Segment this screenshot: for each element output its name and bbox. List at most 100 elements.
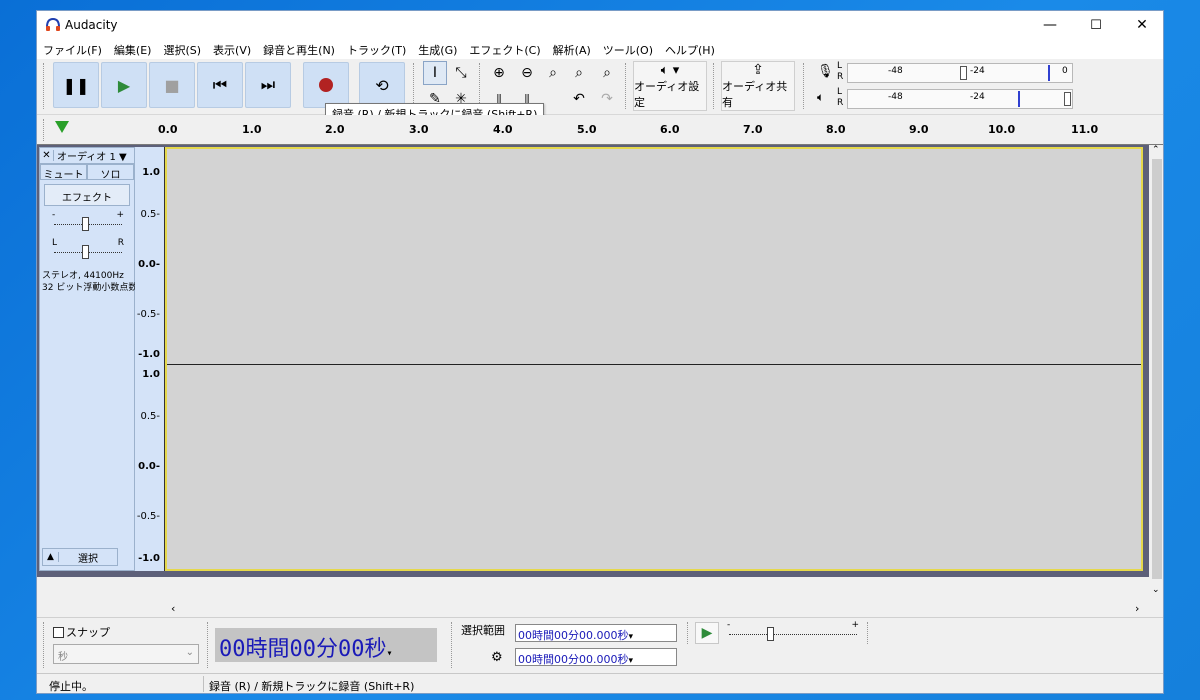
toolbar: ❚❚ ▶ ■ ⏮ ⏭ ⟲ I ⤡ ✎ ✳ ⊕ ⊖ ⌕ ⌕ ⌕ ⫼ ⫼ ↶ ↷ 🔈… (37, 59, 1163, 115)
mute-button[interactable]: ミュート (40, 164, 87, 181)
scale-label: 0.0- (138, 259, 160, 270)
snap-grip[interactable] (43, 622, 46, 668)
speed-slider-thumb[interactable] (767, 627, 774, 641)
menu-analyze[interactable]: 解析(A) (547, 39, 597, 59)
loop-button[interactable]: ⟲ (359, 62, 405, 108)
horizontal-scrollbar[interactable]: ‹ › (165, 601, 1149, 617)
menu-tracks[interactable]: トラック(T) (341, 39, 412, 59)
menu-effect[interactable]: エフェクト(C) (463, 39, 546, 59)
recording-meter[interactable]: 🎙︎ L R -48 -24 0 (813, 61, 1073, 85)
share-audio-label: オーディオ共有 (722, 80, 788, 109)
select-track-button[interactable]: 選択 (59, 550, 117, 565)
stop-button[interactable]: ■ (149, 62, 195, 108)
fit-project-button[interactable]: ⌕ (567, 61, 591, 85)
skip-end-icon: ⏭ (260, 75, 276, 94)
menu-edit[interactable]: 編集(E) (108, 39, 158, 59)
record-button[interactable] (303, 62, 349, 108)
menu-generate[interactable]: 生成(G) (412, 39, 463, 59)
time-value: 00時間00分00秒 (219, 637, 387, 662)
snap-checkbox[interactable]: スナップ (53, 624, 110, 640)
play-head-icon[interactable] (55, 121, 69, 133)
snap-unit-select[interactable]: 秒 ⌄ (53, 644, 199, 664)
selection-tool[interactable]: I (423, 61, 447, 85)
menu-file[interactable]: ファイル(F) (37, 39, 108, 59)
zoom-toggle-button[interactable]: ⌕ (595, 61, 619, 85)
meter-slider-thumb[interactable] (960, 66, 967, 80)
menu-select[interactable]: 選択(S) (157, 39, 207, 59)
selection-end-field[interactable]: 00時間00分00.000秒▾ (515, 648, 677, 666)
snap-label: スナップ (66, 626, 110, 639)
vertical-scroll-thumb[interactable] (1152, 159, 1162, 579)
zoom-out-button[interactable]: ⊖ (515, 61, 539, 85)
speaker-icon: 🔈︎ ▾ (660, 62, 680, 78)
vertical-scrollbar[interactable]: ⌃ ⌄ (1149, 145, 1163, 601)
gain-minus-label: - (52, 210, 56, 220)
waveform-area[interactable] (165, 147, 1143, 571)
timeline-ruler[interactable]: 0.0 1.0 2.0 3.0 4.0 5.0 6.0 7.0 8.0 9.0 … (37, 115, 1163, 145)
undo-icon: ↶ (573, 91, 585, 107)
ruler-label: 0.0 (158, 123, 178, 136)
undo-button[interactable]: ↶ (567, 87, 591, 111)
play-button[interactable]: ▶ (101, 62, 147, 108)
playback-meter[interactable]: 🔈︎ L R -48 -24 (813, 87, 1073, 111)
track-name: オーディオ 1 (57, 152, 116, 163)
scroll-down-icon[interactable]: ⌄ (1152, 585, 1160, 595)
menu-view[interactable]: 表示(V) (207, 39, 257, 59)
audio-setup-grip[interactable] (625, 63, 628, 109)
meter-tick: -48 (888, 92, 903, 102)
zoom-in-button[interactable]: ⊕ (487, 61, 511, 85)
share-grip[interactable] (713, 63, 716, 109)
ruler-label: 3.0 (409, 123, 429, 136)
scroll-up-icon[interactable]: ⌃ (1152, 145, 1160, 155)
play-at-speed-button[interactable]: ▶ (695, 622, 719, 644)
gain-slider[interactable]: - + (50, 210, 126, 234)
play-icon: ▶ (117, 75, 131, 95)
chevron-down-icon: ▾ (386, 648, 393, 659)
i-beam-icon: I (432, 65, 438, 81)
track-name-dropdown[interactable]: オーディオ 1 ▼ (54, 148, 127, 163)
meter-slider-thumb[interactable] (1064, 92, 1071, 106)
solo-button[interactable]: ソロ (87, 164, 134, 181)
meter-r-label: R (837, 98, 844, 108)
gear-icon[interactable]: ⚙ (491, 650, 503, 665)
gain-slider-thumb[interactable] (82, 217, 89, 231)
track-close-icon[interactable]: ✕ (40, 150, 54, 161)
checkbox-box[interactable] (53, 626, 64, 638)
menu-transport[interactable]: 録音と再生(N) (257, 39, 341, 59)
menu-help[interactable]: ヘルプ(H) (659, 39, 721, 59)
scale-label: 0.5- (140, 411, 160, 422)
selection-start-field[interactable]: 00時間00分00.000秒▾ (515, 624, 677, 642)
pan-slider-thumb[interactable] (82, 245, 89, 259)
play-speed-grip[interactable] (687, 622, 690, 644)
meter-grip[interactable] (803, 63, 806, 109)
time-display[interactable]: 00時間00分00秒▾ (215, 628, 437, 662)
menu-tools[interactable]: ツール(O) (597, 39, 659, 59)
share-icon: ⇪ (752, 62, 764, 78)
pan-slider[interactable]: L R (50, 238, 126, 262)
redo-button[interactable]: ↷ (595, 87, 619, 111)
audio-setup-button[interactable]: 🔈︎ ▾ オーディオ設定 (633, 61, 707, 111)
selection-grip[interactable] (451, 622, 454, 668)
playback-meter-bar: -48 -24 (847, 89, 1073, 109)
effects-button[interactable]: エフェクト (44, 184, 130, 206)
close-button[interactable]: ✕ (1119, 11, 1163, 39)
vertical-scale[interactable]: 1.0 0.5- 0.0- -0.5- -1.0 1.0 0.5- 0.0- -… (135, 147, 165, 571)
pause-button[interactable]: ❚❚ (53, 62, 99, 108)
scale-label: -0.5- (136, 511, 160, 522)
fit-selection-button[interactable]: ⌕ (541, 61, 565, 85)
envelope-tool[interactable]: ⤡ (449, 61, 473, 85)
toolbar-grip[interactable] (43, 63, 46, 109)
scroll-right-icon[interactable]: › (1135, 602, 1139, 615)
minimize-button[interactable]: — (1027, 11, 1073, 39)
skip-start-button[interactable]: ⏮ (197, 62, 243, 108)
track-control-panel[interactable]: ✕ オーディオ 1 ▼ ミュート ソロ エフェクト - + L R ステレオ, … (39, 147, 137, 571)
scroll-left-icon[interactable]: ‹ (171, 602, 175, 615)
skip-end-button[interactable]: ⏭ (245, 62, 291, 108)
collapse-icon[interactable]: ▲ (43, 552, 59, 562)
maximize-button[interactable]: ☐ (1073, 11, 1119, 39)
share-audio-button[interactable]: ⇪ オーディオ共有 (721, 61, 795, 111)
time-grip[interactable] (207, 622, 210, 668)
play-speed-slider[interactable]: - + (725, 620, 861, 644)
ruler-label: 9.0 (909, 123, 929, 136)
speed-plus-label: + (851, 620, 859, 630)
